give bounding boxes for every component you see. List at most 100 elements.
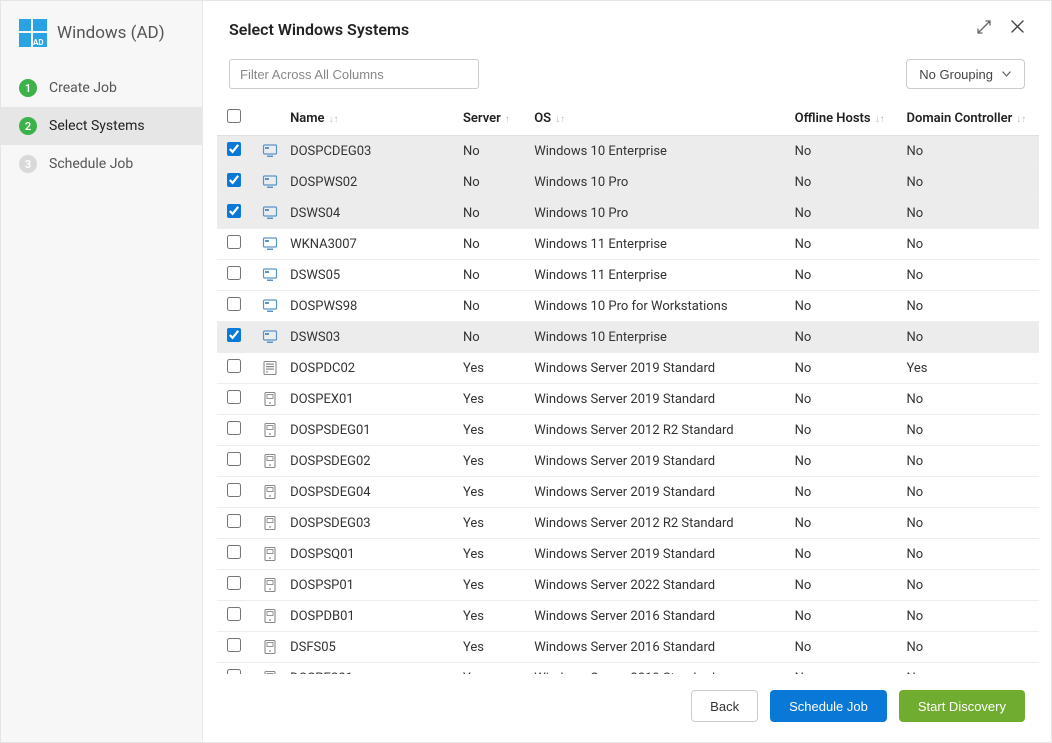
cell-server: No bbox=[453, 322, 524, 353]
col-name[interactable]: Name↓↑ bbox=[280, 101, 453, 136]
table-row[interactable]: DOSPWS98NoWindows 10 Pro for Workstation… bbox=[217, 291, 1039, 322]
row-checkbox[interactable] bbox=[227, 514, 241, 528]
server-icon bbox=[262, 453, 270, 469]
table-row[interactable]: DOSPFS01YesWindows Server 2019 StandardN… bbox=[217, 663, 1039, 675]
domain-controller-icon bbox=[262, 360, 270, 376]
row-checkbox[interactable] bbox=[227, 173, 241, 187]
cell-offline: No bbox=[785, 477, 897, 508]
step-number-badge: 1 bbox=[19, 79, 37, 97]
row-checkbox[interactable] bbox=[227, 452, 241, 466]
cell-os: Windows 11 Enterprise bbox=[524, 229, 784, 260]
table-row[interactable]: DOSPDB01YesWindows Server 2016 StandardN… bbox=[217, 601, 1039, 632]
cell-dc: No bbox=[897, 229, 1039, 260]
cell-offline: No bbox=[785, 260, 897, 291]
workstation-icon bbox=[262, 174, 270, 190]
row-checkbox[interactable] bbox=[227, 421, 241, 435]
table-row[interactable]: WKNA3007NoWindows 11 EnterpriseNoNo bbox=[217, 229, 1039, 260]
cell-os: Windows 10 Enterprise bbox=[524, 136, 784, 167]
main-panel: Select Windows Systems No Grouping bbox=[203, 1, 1051, 742]
grouping-dropdown[interactable]: No Grouping bbox=[906, 59, 1025, 89]
cell-os: Windows 10 Pro bbox=[524, 167, 784, 198]
table-row[interactable]: DOSPWS02NoWindows 10 ProNoNo bbox=[217, 167, 1039, 198]
cell-offline: No bbox=[785, 167, 897, 198]
cell-offline: No bbox=[785, 632, 897, 663]
header: Select Windows Systems bbox=[203, 1, 1051, 49]
table-row[interactable]: DOSPCDEG03NoWindows 10 EnterpriseNoNo bbox=[217, 136, 1039, 167]
table-row[interactable]: DOSPSP01YesWindows Server 2022 StandardN… bbox=[217, 570, 1039, 601]
start-discovery-button[interactable]: Start Discovery bbox=[899, 690, 1025, 722]
step-label: Create Job bbox=[49, 80, 117, 96]
select-all-checkbox[interactable] bbox=[227, 109, 241, 123]
cell-name: DOSPSP01 bbox=[280, 570, 453, 601]
server-icon bbox=[262, 608, 270, 624]
systems-table-wrap[interactable]: Name↓↑ Server↑ OS↓↑ Offline Hosts↓↑ Doma… bbox=[203, 101, 1051, 674]
close-icon[interactable] bbox=[1010, 19, 1025, 39]
col-os[interactable]: OS↓↑ bbox=[524, 101, 784, 136]
workstation-icon bbox=[262, 205, 270, 221]
cell-offline: No bbox=[785, 198, 897, 229]
page-title: Select Windows Systems bbox=[229, 20, 409, 39]
table-row[interactable]: DOSPSQ01YesWindows Server 2019 StandardN… bbox=[217, 539, 1039, 570]
row-checkbox[interactable] bbox=[227, 266, 241, 280]
sort-icon: ↑ bbox=[505, 114, 510, 125]
table-row[interactable]: DOSPSDEG02YesWindows Server 2019 Standar… bbox=[217, 446, 1039, 477]
cell-dc: No bbox=[897, 384, 1039, 415]
cell-name: DOSPSQ01 bbox=[280, 539, 453, 570]
cell-dc: No bbox=[897, 260, 1039, 291]
table-row[interactable]: DSWS03NoWindows 10 EnterpriseNoNo bbox=[217, 322, 1039, 353]
table-row[interactable]: DSFS05YesWindows Server 2016 StandardNoN… bbox=[217, 632, 1039, 663]
cell-dc: No bbox=[897, 632, 1039, 663]
row-checkbox[interactable] bbox=[227, 204, 241, 218]
cell-dc: No bbox=[897, 539, 1039, 570]
table-row[interactable]: DSWS05NoWindows 11 EnterpriseNoNo bbox=[217, 260, 1039, 291]
col-server[interactable]: Server↑ bbox=[453, 101, 524, 136]
row-checkbox[interactable] bbox=[227, 607, 241, 621]
cell-server: No bbox=[453, 260, 524, 291]
cell-os: Windows Server 2019 Standard bbox=[524, 353, 784, 384]
row-checkbox[interactable] bbox=[227, 235, 241, 249]
cell-name: DOSPWS98 bbox=[280, 291, 453, 322]
schedule-job-button[interactable]: Schedule Job bbox=[770, 690, 887, 722]
table-row[interactable]: DOSPSDEG01YesWindows Server 2012 R2 Stan… bbox=[217, 415, 1039, 446]
server-icon bbox=[262, 639, 270, 655]
cell-dc: No bbox=[897, 601, 1039, 632]
expand-icon[interactable] bbox=[976, 19, 992, 39]
cell-server: Yes bbox=[453, 601, 524, 632]
row-checkbox[interactable] bbox=[227, 483, 241, 497]
table-row[interactable]: DOSPEX01YesWindows Server 2019 StandardN… bbox=[217, 384, 1039, 415]
cell-name: DSWS03 bbox=[280, 322, 453, 353]
cell-server: No bbox=[453, 229, 524, 260]
row-checkbox[interactable] bbox=[227, 359, 241, 373]
cell-offline: No bbox=[785, 539, 897, 570]
step-schedule-job[interactable]: 3Schedule Job bbox=[1, 145, 202, 183]
sidebar-title: Windows (AD) bbox=[57, 23, 165, 43]
step-number-badge: 2 bbox=[19, 117, 37, 135]
col-offline[interactable]: Offline Hosts↓↑ bbox=[785, 101, 897, 136]
cell-dc: No bbox=[897, 508, 1039, 539]
cell-offline: No bbox=[785, 353, 897, 384]
row-checkbox[interactable] bbox=[227, 638, 241, 652]
sort-icon: ↓↑ bbox=[1016, 114, 1026, 125]
row-checkbox[interactable] bbox=[227, 328, 241, 342]
row-checkbox[interactable] bbox=[227, 142, 241, 156]
row-checkbox[interactable] bbox=[227, 390, 241, 404]
row-checkbox[interactable] bbox=[227, 576, 241, 590]
table-row[interactable]: DOSPDC02YesWindows Server 2019 StandardN… bbox=[217, 353, 1039, 384]
filter-input[interactable] bbox=[229, 59, 479, 89]
table-row[interactable]: DOSPSDEG03YesWindows Server 2012 R2 Stan… bbox=[217, 508, 1039, 539]
col-dc[interactable]: Domain Controller↓↑ bbox=[897, 101, 1039, 136]
step-create-job[interactable]: 1 Create Job bbox=[1, 69, 202, 107]
cell-dc: No bbox=[897, 446, 1039, 477]
table-row[interactable]: DOSPSDEG04YesWindows Server 2019 Standar… bbox=[217, 477, 1039, 508]
systems-table: Name↓↑ Server↑ OS↓↑ Offline Hosts↓↑ Doma… bbox=[217, 101, 1039, 674]
back-button[interactable]: Back bbox=[691, 690, 758, 722]
cell-offline: No bbox=[785, 322, 897, 353]
step-select-systems[interactable]: 2Select Systems bbox=[1, 107, 202, 145]
cell-name: DOSPCDEG03 bbox=[280, 136, 453, 167]
table-row[interactable]: DSWS04NoWindows 10 ProNoNo bbox=[217, 198, 1039, 229]
row-checkbox[interactable] bbox=[227, 545, 241, 559]
row-checkbox[interactable] bbox=[227, 297, 241, 311]
cell-dc: No bbox=[897, 415, 1039, 446]
cell-server: Yes bbox=[453, 415, 524, 446]
cell-server: Yes bbox=[453, 663, 524, 675]
